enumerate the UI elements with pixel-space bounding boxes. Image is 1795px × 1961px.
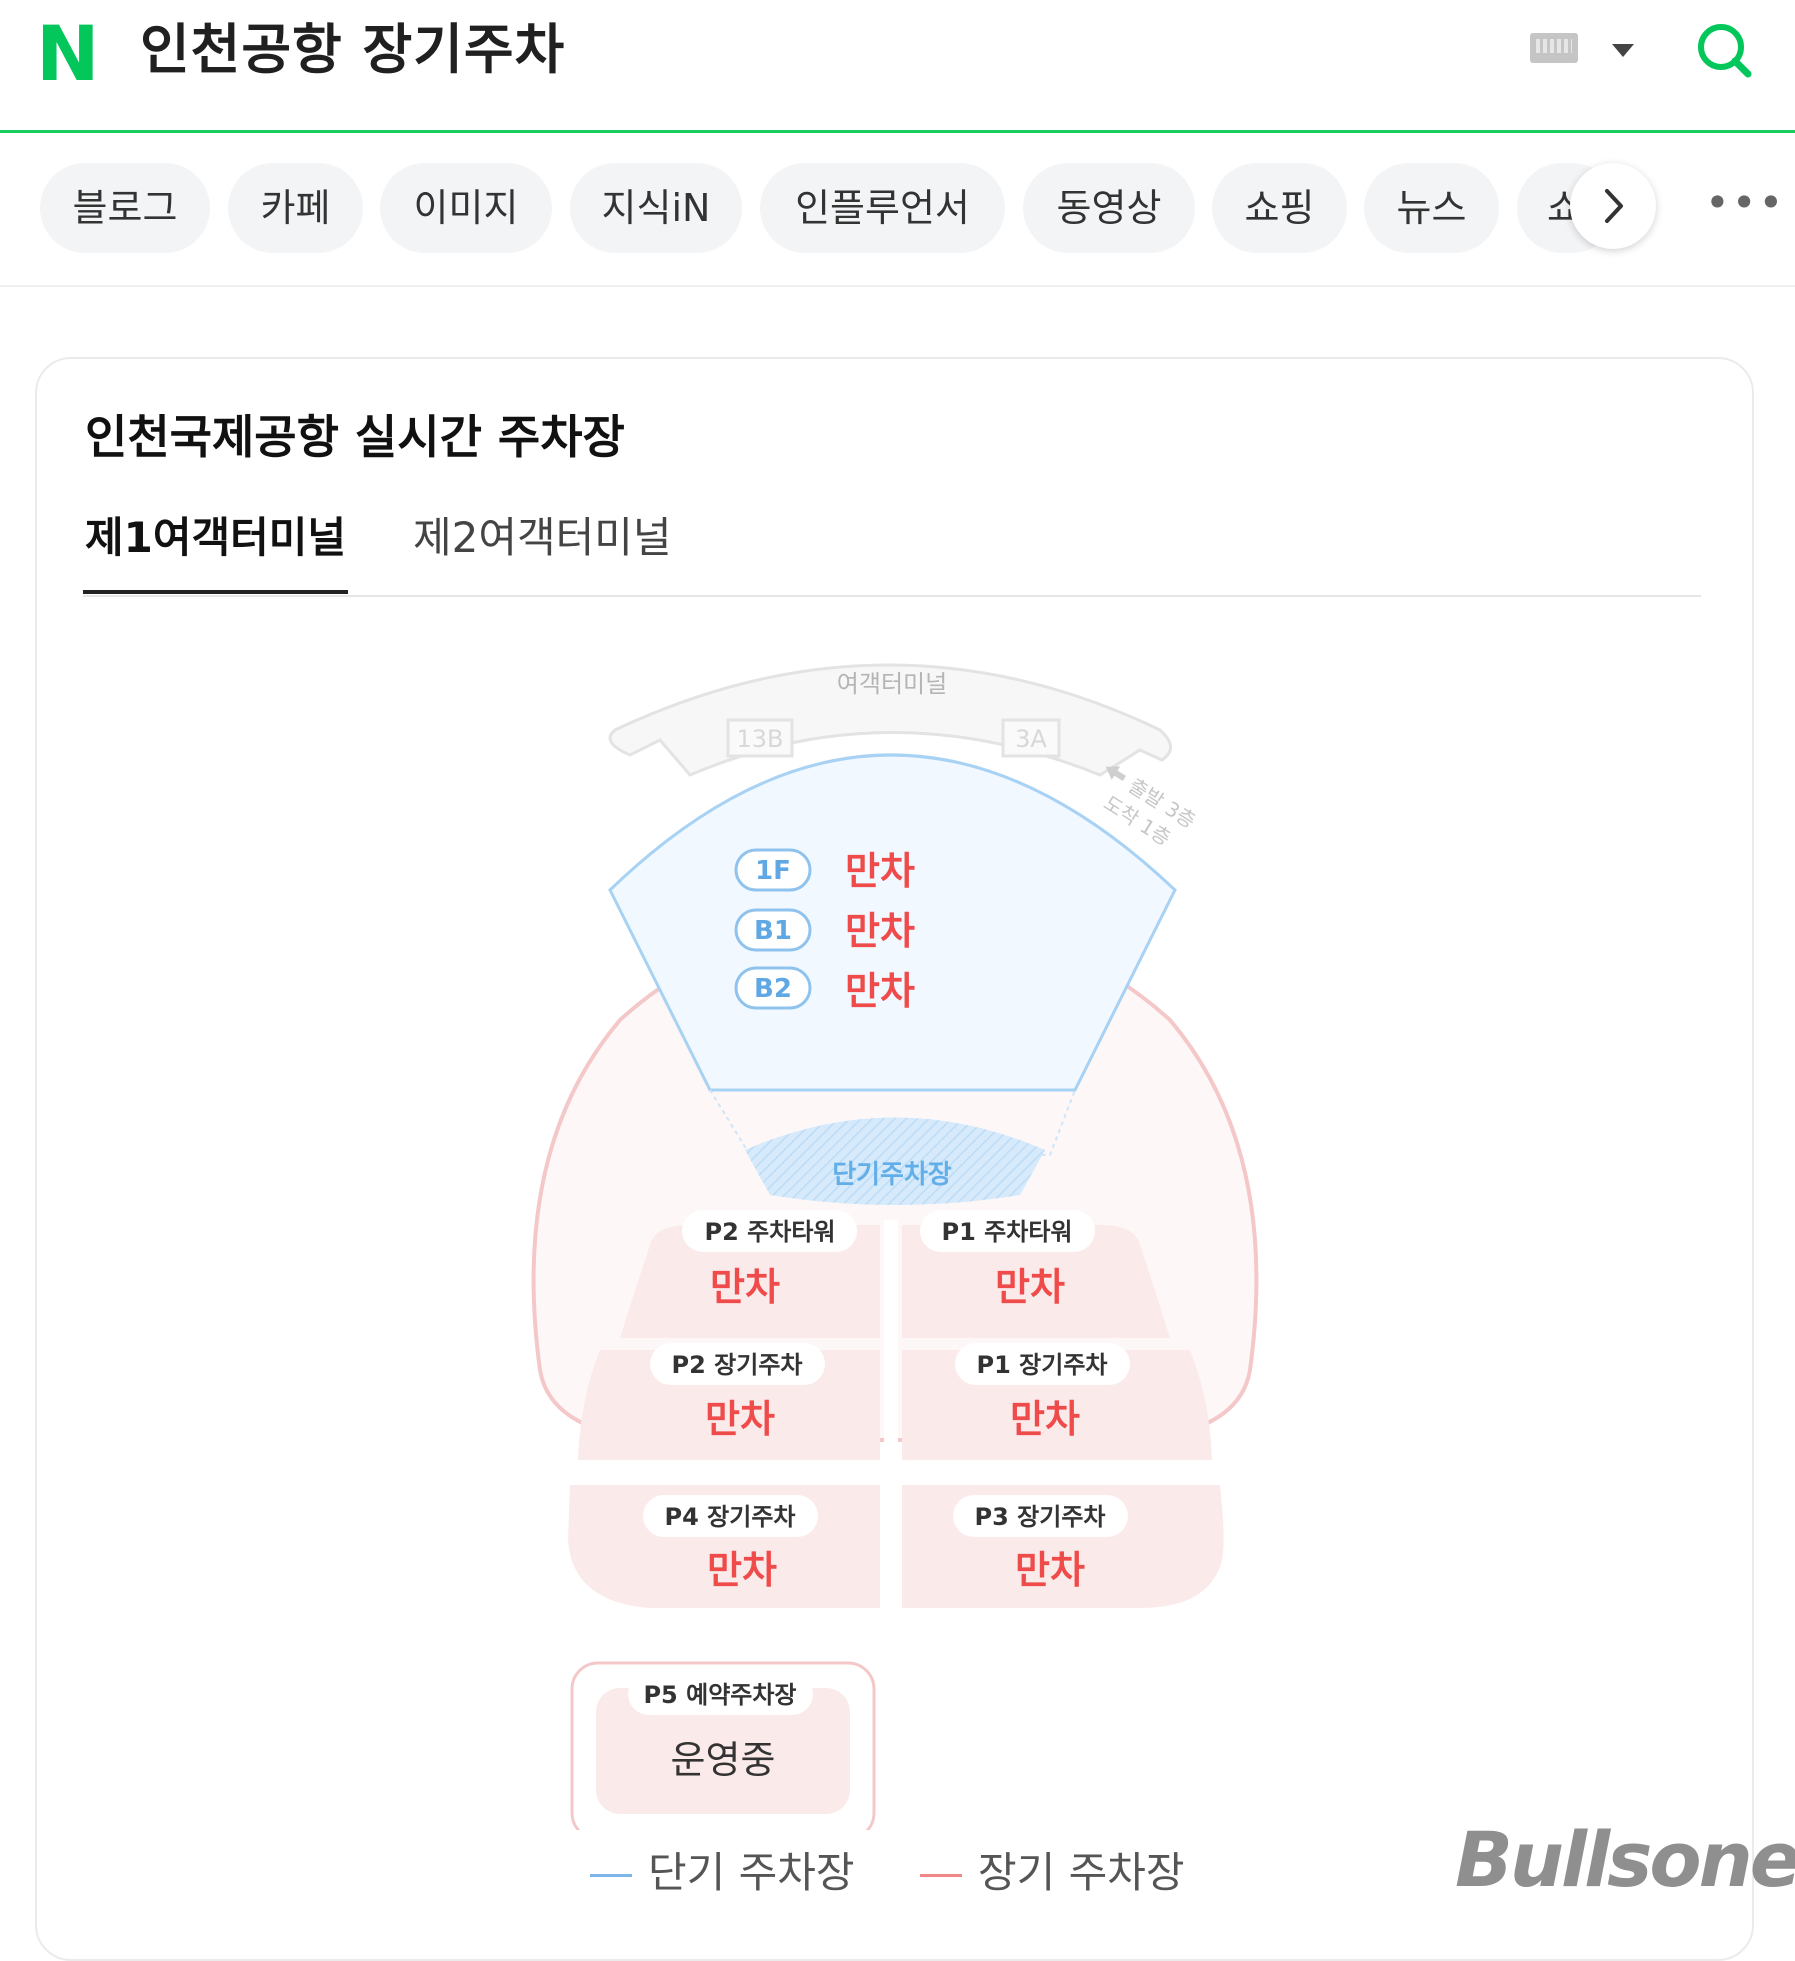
lot-p5-reserved: P5 예약주차장 운영중 — [570, 1661, 876, 1830]
legend-short-term: 단기 주차장 — [590, 1848, 855, 1898]
active-tab-indicator — [83, 590, 348, 594]
tab-cafe[interactable]: 카페 — [228, 163, 363, 253]
gate-13b: 13B — [736, 725, 783, 753]
terminal-label: 여객터미널 — [837, 670, 947, 698]
chevron-down-icon[interactable] — [1612, 44, 1634, 57]
chevron-right-icon[interactable] — [1570, 163, 1656, 249]
tab-image[interactable]: 이미지 — [380, 163, 552, 253]
svg-text:만차: 만차 — [1015, 1548, 1085, 1592]
search-header: N 인천공항 장기주차 — [0, 0, 1795, 133]
tab-influencer[interactable]: 인플루언서 — [760, 163, 1005, 253]
card-title: 인천국제공항 실시간 주차장 — [85, 410, 625, 464]
svg-text:만차: 만차 — [995, 1265, 1065, 1309]
svg-text:P2 주차타워: P2 주차타워 — [705, 1218, 836, 1246]
svg-text:P3 장기주차: P3 장기주차 — [975, 1503, 1106, 1531]
legend-short-label: 단기 주차장 — [648, 1848, 855, 1897]
svg-text:만차: 만차 — [845, 969, 915, 1013]
keyboard-icon[interactable] — [1530, 33, 1578, 63]
watermark: Bullsone — [1455, 1815, 1795, 1904]
svg-text:운영중: 운영중 — [671, 1738, 776, 1782]
naver-logo[interactable]: N — [36, 16, 106, 92]
legend-long-label: 장기 주차장 — [978, 1848, 1185, 1897]
svg-text:만차: 만차 — [705, 1397, 775, 1441]
tab-news[interactable]: 뉴스 — [1364, 163, 1499, 253]
search-icon[interactable] — [1694, 20, 1754, 80]
tab-terminal-2[interactable]: 제2여객터미널 — [413, 510, 672, 566]
svg-text:P2 장기주차: P2 장기주차 — [672, 1351, 803, 1379]
svg-text:만차: 만차 — [845, 849, 915, 893]
legend-long-term: 장기 주차장 — [920, 1848, 1185, 1898]
svg-text:만차: 만차 — [1010, 1397, 1080, 1441]
svg-text:만차: 만차 — [845, 909, 915, 953]
svg-text:P4 장기주차: P4 장기주차 — [665, 1503, 796, 1531]
more-icon[interactable]: ••• — [1705, 182, 1783, 228]
tab-terminal-1[interactable]: 제1여객터미널 — [85, 510, 346, 566]
svg-text:B2: B2 — [754, 974, 792, 1004]
svg-text:만차: 만차 — [710, 1265, 780, 1309]
svg-text:P5 예약주차장: P5 예약주차장 — [643, 1681, 796, 1709]
tab-blog[interactable]: 블로그 — [40, 163, 210, 253]
gate-3a: 3A — [1015, 725, 1047, 753]
terminal-tabs: 제1여객터미널 제2여객터미널 — [83, 500, 1701, 597]
legend-short-line — [590, 1874, 632, 1877]
short-term-label: 단기주차장 — [832, 1160, 952, 1190]
tab-kin[interactable]: 지식iN — [570, 163, 742, 253]
search-query-input[interactable]: 인천공항 장기주차 — [140, 14, 565, 86]
svg-text:B1: B1 — [754, 916, 792, 946]
tab-video[interactable]: 동영상 — [1023, 163, 1195, 253]
parking-map: 여객터미널 13B 3A 출발 3층 도착 1층 단기주차장 1F 만차 B1 … — [531, 663, 1259, 1830]
svg-text:1F: 1F — [755, 856, 791, 886]
svg-text:P1 장기주차: P1 장기주차 — [977, 1351, 1108, 1379]
legend-long-line — [920, 1874, 962, 1877]
svg-text:만차: 만차 — [707, 1548, 777, 1592]
search-tabs: 블로그 카페 이미지 지식iN 인플루언서 동영상 쇼핑 뉴스 쇼 ••• — [0, 133, 1795, 287]
svg-text:P1 주차타워: P1 주차타워 — [942, 1218, 1073, 1246]
tab-shopping[interactable]: 쇼핑 — [1212, 163, 1347, 253]
